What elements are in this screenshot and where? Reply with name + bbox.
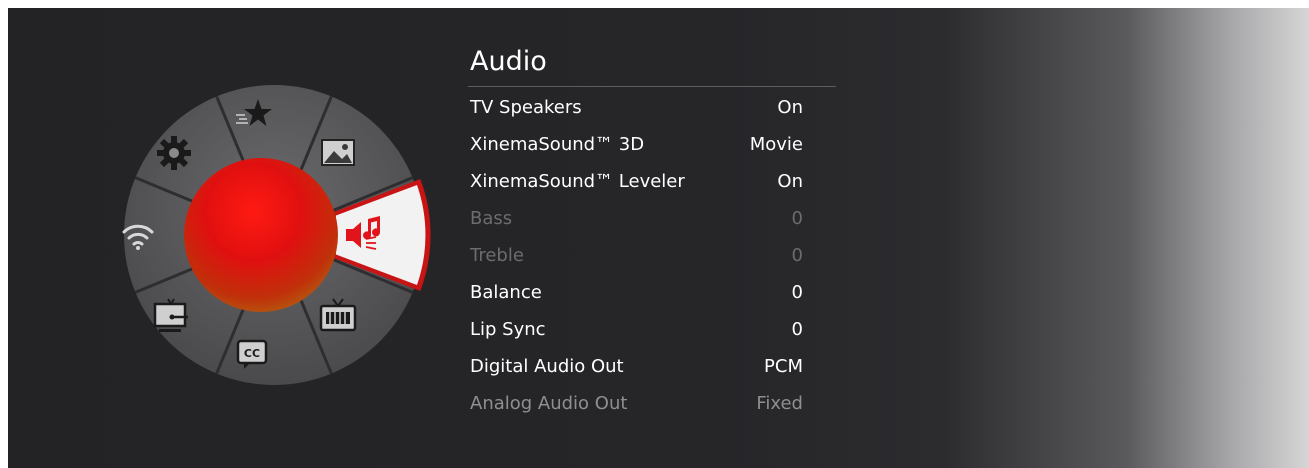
menu-item-value: Fixed — [756, 393, 803, 414]
menu-list: TV Speakers On XinemaSound™ 3D Movie Xin… — [468, 89, 836, 422]
menu-item-xinemasound-3d[interactable]: XinemaSound™ 3D Movie — [468, 126, 836, 163]
menu-item-label: XinemaSound™ 3D — [470, 134, 645, 155]
menu-item-tv-speakers[interactable]: TV Speakers On — [468, 89, 836, 126]
menu-item-value: Movie — [749, 134, 803, 155]
menu-item-treble: Treble 0 — [468, 237, 836, 274]
menu-item-value: 0 — [791, 245, 803, 266]
gear-icon[interactable] — [152, 131, 196, 175]
menu-item-value: On — [777, 97, 803, 118]
input-source-icon[interactable] — [150, 295, 194, 339]
picture-icon[interactable] — [316, 131, 360, 175]
settings-wheel: CC — [114, 75, 434, 395]
menu-item-label: TV Speakers — [470, 97, 582, 118]
menu-item-label: Digital Audio Out — [470, 356, 624, 377]
menu-item-balance[interactable]: Balance 0 — [468, 274, 836, 311]
audio-icon[interactable] — [342, 213, 386, 257]
star-icon[interactable] — [232, 93, 276, 137]
menu-item-label: Bass — [470, 208, 513, 229]
center-orb — [184, 158, 338, 312]
cc-label: CC — [244, 347, 260, 360]
wifi-icon[interactable] — [116, 215, 160, 259]
menu-title: Audio — [468, 44, 836, 87]
menu-item-lip-sync[interactable]: Lip Sync 0 — [468, 311, 836, 348]
audio-menu-panel: Audio TV Speakers On XinemaSound™ 3D Mov… — [468, 44, 836, 422]
menu-item-label: Balance — [470, 282, 542, 303]
menu-item-value: 0 — [791, 208, 803, 229]
menu-item-label: Analog Audio Out — [470, 393, 628, 414]
menu-item-label: Treble — [470, 245, 524, 266]
closed-captions-icon[interactable]: CC — [230, 331, 274, 375]
tv-settings-screen: CC Audio TV Speakers On XinemaSound™ 3D … — [8, 8, 1309, 468]
menu-item-digital-audio-out[interactable]: Digital Audio Out PCM — [468, 348, 836, 385]
menu-item-bass: Bass 0 — [468, 200, 836, 237]
menu-item-value: 0 — [791, 282, 803, 303]
menu-item-value: PCM — [764, 356, 803, 377]
menu-item-xinemasound-leveler[interactable]: XinemaSound™ Leveler On — [468, 163, 836, 200]
menu-item-value: 0 — [791, 319, 803, 340]
menu-item-analog-audio-out[interactable]: Analog Audio Out Fixed — [468, 385, 836, 422]
menu-item-label: XinemaSound™ Leveler — [470, 171, 685, 192]
tv-icon[interactable] — [316, 295, 360, 339]
menu-item-value: On — [777, 171, 803, 192]
menu-item-label: Lip Sync — [470, 319, 546, 340]
